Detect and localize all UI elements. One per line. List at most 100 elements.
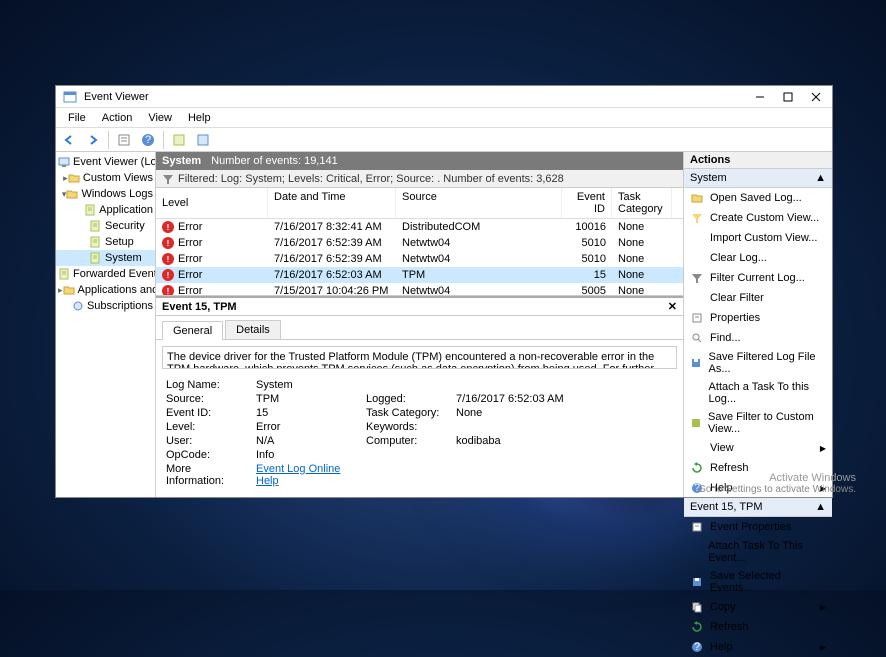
toolbar: ?: [56, 128, 832, 152]
app-icon: [62, 89, 78, 105]
action-refresh[interactable]: Refresh: [684, 617, 832, 637]
collapse-icon: ▲: [815, 501, 826, 513]
blank-icon: [690, 251, 704, 265]
tree-item-forwarded-events[interactable]: Forwarded Events: [56, 266, 155, 282]
tree-item-windows-logs[interactable]: ▾Windows Logs: [56, 186, 155, 202]
refresh-icon: [690, 620, 704, 634]
forward-button[interactable]: [82, 129, 104, 151]
action-filter-current-log-[interactable]: Filter Current Log...: [684, 268, 832, 288]
save-filter-icon: [690, 416, 702, 430]
actions-title: Actions: [684, 152, 832, 169]
action-save-filtered-log-file-as-[interactable]: Save Filtered Log File As...: [684, 348, 832, 378]
tree-item-applications-and-services-logs[interactable]: ▸Applications and Services Logs: [56, 282, 155, 298]
properties-button[interactable]: [113, 129, 135, 151]
detail-description[interactable]: The device driver for the Trusted Platfo…: [162, 346, 677, 369]
maximize-button[interactable]: [774, 87, 802, 107]
action-properties[interactable]: Properties: [684, 308, 832, 328]
titlebar[interactable]: Event Viewer: [56, 86, 832, 108]
event-row[interactable]: !Error7/16/2017 6:52:39 AMNetwtw045010No…: [156, 235, 683, 251]
filter-row[interactable]: Filtered: Log: System; Levels: Critical,…: [156, 170, 683, 188]
close-button[interactable]: [802, 87, 830, 107]
activation-watermark: Activate Windows Go to Settings to activ…: [698, 472, 856, 495]
event-list[interactable]: Level Date and Time Source Event ID Task…: [156, 188, 683, 296]
action-find-[interactable]: Find...: [684, 328, 832, 348]
sub-icon: [72, 299, 84, 313]
action-copy[interactable]: Copy▶: [684, 597, 832, 617]
log-header: System Number of events: 19,141: [156, 152, 683, 170]
submenu-arrow-icon: ▶: [820, 643, 826, 652]
props-icon: [690, 311, 704, 325]
event-row[interactable]: !Error7/16/2017 6:52:39 AMNetwtw045010No…: [156, 251, 683, 267]
log-icon: [58, 267, 70, 281]
menu-file[interactable]: File: [60, 110, 94, 126]
tree-item-security[interactable]: Security: [56, 218, 155, 234]
log-icon: [88, 251, 102, 265]
menu-action[interactable]: Action: [94, 110, 141, 126]
error-icon: !: [162, 269, 174, 281]
save-icon: [690, 356, 703, 370]
log-icon: [84, 203, 96, 217]
tree-item-subscriptions[interactable]: Subscriptions: [56, 298, 155, 314]
detail-tabs: General Details: [156, 316, 683, 340]
collapse-icon: ▲: [815, 172, 826, 184]
log-icon: [88, 219, 102, 233]
detail-close-button[interactable]: ✕: [668, 300, 677, 313]
action-save-filter-to-custom-view-[interactable]: Save Filter to Custom View...: [684, 408, 832, 438]
tree-item-system[interactable]: System: [56, 250, 155, 266]
online-help-link[interactable]: Event Log Online Help: [256, 463, 356, 487]
blank-icon: [690, 545, 702, 559]
tb-details-button[interactable]: [192, 129, 214, 151]
tree-root[interactable]: Event Viewer (Local): [56, 154, 155, 170]
tree-panel[interactable]: Event Viewer (Local) ▸Custom Views▾Windo…: [56, 152, 156, 497]
list-header[interactable]: Level Date and Time Source Event ID Task…: [156, 188, 683, 219]
menu-help[interactable]: Help: [180, 110, 219, 126]
event-row[interactable]: !Error7/16/2017 8:32:41 AMDistributedCOM…: [156, 219, 683, 235]
open-icon: [690, 191, 704, 205]
action-open-saved-log-[interactable]: Open Saved Log...: [684, 188, 832, 208]
detail-panel: Event 15, TPM ✕ General Details The devi…: [156, 296, 683, 497]
log-icon: [88, 235, 102, 249]
actions-group-event[interactable]: Event 15, TPM ▲: [684, 498, 832, 517]
action-event-properties[interactable]: Event Properties: [684, 517, 832, 537]
action-attach-a-task-to-this-log-[interactable]: Attach a Task To this Log...: [684, 378, 832, 408]
filter-icon: [162, 173, 174, 185]
actions-group-system[interactable]: System ▲: [684, 169, 832, 188]
minimize-button[interactable]: [746, 87, 774, 107]
action-attach-task-to-this-event-[interactable]: Attach Task To This Event...: [684, 537, 832, 567]
center-panel: System Number of events: 19,141 Filtered…: [156, 152, 684, 497]
action-clear-filter[interactable]: Clear Filter: [684, 288, 832, 308]
error-icon: !: [162, 221, 174, 233]
actions-panel: Actions System ▲ Open Saved Log...Create…: [684, 152, 832, 497]
action-create-custom-view-[interactable]: Create Custom View...: [684, 208, 832, 228]
error-icon: !: [162, 253, 174, 265]
save-icon: [690, 575, 704, 589]
action-import-custom-view-[interactable]: Import Custom View...: [684, 228, 832, 248]
action-save-selected-events-[interactable]: Save Selected Events...: [684, 567, 832, 597]
action-help[interactable]: ?Help▶: [684, 637, 832, 657]
blank-icon: [690, 441, 704, 455]
filter-new-icon: [690, 211, 704, 225]
props-icon: [690, 520, 704, 534]
tree-item-setup[interactable]: Setup: [56, 234, 155, 250]
tree-item-custom-views[interactable]: ▸Custom Views: [56, 170, 155, 186]
submenu-arrow-icon: ▶: [820, 444, 826, 453]
event-row[interactable]: !Error7/16/2017 6:52:03 AMTPM15None: [156, 267, 683, 283]
event-viewer-window: Event Viewer File Action View Help ? Eve…: [55, 85, 833, 498]
tab-general[interactable]: General: [162, 321, 223, 340]
back-button[interactable]: [58, 129, 80, 151]
folder-icon: [66, 187, 78, 201]
action-view[interactable]: View▶: [684, 438, 832, 458]
action-clear-log-[interactable]: Clear Log...: [684, 248, 832, 268]
event-row[interactable]: !Error7/15/2017 10:04:26 PMNetwtw045005N…: [156, 283, 683, 296]
help-button[interactable]: ?: [137, 129, 159, 151]
tab-details[interactable]: Details: [225, 320, 281, 339]
submenu-arrow-icon: ▶: [820, 603, 826, 612]
error-icon: !: [162, 285, 174, 296]
menu-view[interactable]: View: [140, 110, 180, 126]
blank-icon: [690, 386, 703, 400]
filter-icon: [690, 271, 704, 285]
tb-log-button[interactable]: [168, 129, 190, 151]
svg-text:?: ?: [145, 134, 151, 146]
tree-item-application[interactable]: Application: [56, 202, 155, 218]
menubar: File Action View Help: [56, 108, 832, 128]
